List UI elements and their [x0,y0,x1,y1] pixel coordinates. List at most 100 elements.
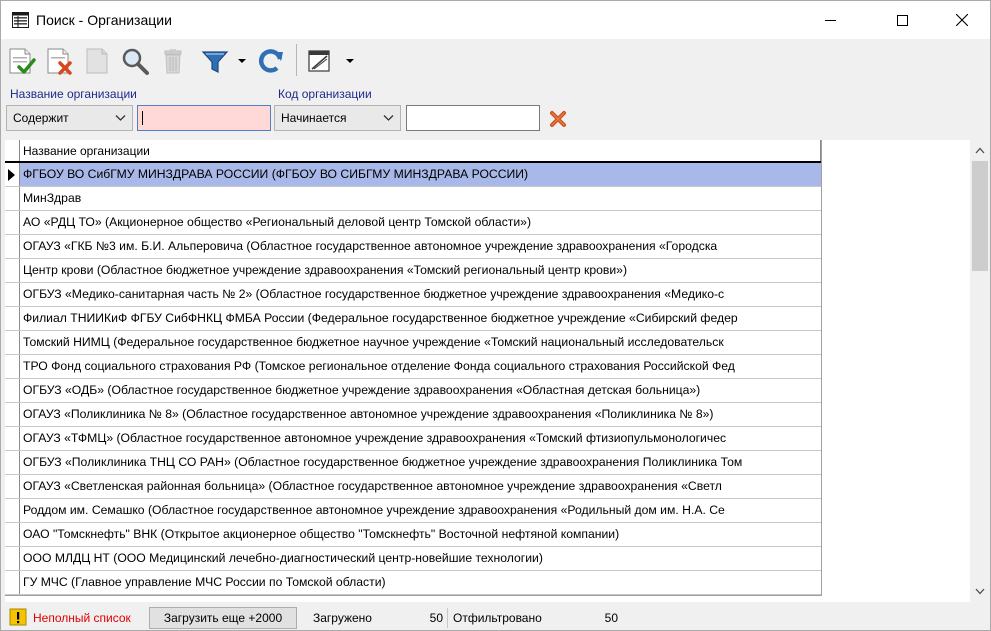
row-indicator-cell[interactable] [5,571,20,594]
org-name-cell[interactable]: ОГАУЗ «Светленская районная больница» (О… [20,475,821,498]
table-row[interactable]: ОГБУЗ «ОДБ» (Областное государственное б… [5,379,821,403]
blank-doc-icon [86,48,108,74]
table-row[interactable]: ООО МЛДЦ НТ (ООО Медицинский лечебно-диа… [5,547,821,571]
app-icon [12,12,29,28]
select-button[interactable] [4,44,38,78]
table-row[interactable]: ОГАУЗ «ТФМЦ» (Областное государственное … [5,427,821,451]
org-name-cell[interactable]: ОГАУЗ «ГКБ №3 им. Б.И. Альперовича (Обла… [20,235,821,258]
vertical-scrollbar[interactable] [970,140,989,602]
org-name-cell[interactable]: ТРО Фонд социального страхования РФ (Том… [20,355,821,378]
org-name-cell[interactable]: ООО МЛДЦ НТ (ООО Медицинский лечебно-диа… [20,547,821,570]
org-name-cell[interactable]: Центр крови (Областное бюджетное учрежде… [20,259,821,282]
org-name-cell[interactable]: АО «РДЦ ТО» (Акционерное общество «Регио… [20,211,821,234]
table-row[interactable]: ОГБУЗ «Поликлиника ТНЦ СО РАН» (Областно… [5,451,821,475]
org-name-cell[interactable]: ФГБОУ ВО СибГМУ МИНЗДРАВА РОССИИ (ФГБОУ … [20,163,821,186]
search-button[interactable] [118,44,152,78]
minimize-button[interactable] [807,1,853,39]
row-indicator-cell[interactable] [5,163,20,186]
maximize-icon [896,14,908,26]
row-indicator-cell[interactable] [5,307,20,330]
delete-button[interactable] [156,44,190,78]
toolbar-separator [296,44,297,76]
toolbar [1,39,990,83]
row-indicator-cell[interactable] [5,331,20,354]
load-more-button[interactable]: Загрузить еще +2000 [149,607,297,629]
cancel-button[interactable] [42,44,76,78]
row-indicator-cell[interactable] [5,475,20,498]
org-name-input[interactable] [137,105,271,131]
grid-header: Название организации [5,140,821,163]
org-name-cell[interactable]: Филиал ТНИИКиФ ФГБУ СибФНКЦ ФМБА России … [20,307,821,330]
select-icon [9,48,36,74]
org-name-mode-select[interactable]: Содержит [6,105,133,131]
scroll-down-icon[interactable] [975,588,985,595]
row-indicator-cell[interactable] [5,403,20,426]
row-indicator-cell[interactable] [5,235,20,258]
column-header-org-name[interactable]: Название организации [20,140,821,161]
org-name-cell[interactable]: ОГАУЗ «Поликлиника № 8» (Областное госуд… [20,403,821,426]
org-name-cell[interactable]: ОГБУЗ «ОДБ» (Областное государственное б… [20,379,821,402]
table-row[interactable]: Центр крови (Областное бюджетное учрежде… [5,259,821,283]
org-code-filter-label: Код организации [278,87,372,101]
table-row[interactable]: ОАО "Томскнефть" ВНК (Открытое акционерн… [5,523,821,547]
table-row[interactable]: ОГАУЗ «Светленская районная больница» (О… [5,475,821,499]
chevron-down-icon [383,115,394,121]
table-row[interactable]: ОГБУЗ «Медико-санитарная часть № 2» (Обл… [5,283,821,307]
scrollbar-thumb[interactable] [972,161,988,271]
blank-doc-button[interactable] [80,44,114,78]
table-row[interactable]: АО «РДЦ ТО» (Акционерное общество «Регио… [5,211,821,235]
refresh-button[interactable] [254,44,288,78]
org-name-cell[interactable]: ГУ МЧС (Главное управление МЧС России по… [20,571,821,594]
org-name-filter-label: Название организации [10,87,137,101]
table-row[interactable]: ФГБОУ ВО СибГМУ МИНЗДРАВА РОССИИ (ФГБОУ … [5,163,821,187]
table-row[interactable]: ГУ МЧС (Главное управление МЧС России по… [5,571,821,595]
row-indicator-cell[interactable] [5,355,20,378]
org-name-cell[interactable]: Томский НИМЦ (Федеральное государственно… [20,331,821,354]
table-row[interactable]: Томский НИМЦ (Федеральное государственно… [5,331,821,355]
row-indicator-cell[interactable] [5,547,20,570]
organizations-grid: Название организации ФГБОУ ВО СибГМУ МИН… [5,140,970,602]
org-name-cell[interactable]: МинЗдрав [20,187,821,210]
org-code-input[interactable] [406,105,540,131]
maximize-button[interactable] [879,1,925,39]
header-indicator-cell [5,140,20,161]
table-row[interactable]: ТРО Фонд социального страхования РФ (Том… [5,355,821,379]
table-row[interactable]: МинЗдрав [5,187,821,211]
scroll-up-icon[interactable] [975,147,985,154]
row-indicator-cell[interactable] [5,211,20,234]
refresh-icon [258,49,283,73]
incomplete-list-warning: Неполный список [33,611,131,625]
org-code-mode-select[interactable]: Начинается [274,105,401,131]
close-button[interactable] [939,1,985,39]
filter-dropdown-icon[interactable] [237,57,247,65]
row-indicator-cell[interactable] [5,283,20,306]
loaded-label: Загружено [313,611,372,625]
row-indicator-cell[interactable] [5,259,20,282]
grid-body: ФГБОУ ВО СибГМУ МИНЗДРАВА РОССИИ (ФГБОУ … [5,163,821,595]
edit-icon [308,50,330,72]
filter-button[interactable] [198,44,232,78]
row-indicator-cell[interactable] [5,427,20,450]
org-name-cell[interactable]: ОГБУЗ «Поликлиника ТНЦ СО РАН» (Областно… [20,451,821,474]
close-icon [956,14,968,26]
edit-dropdown-icon[interactable] [345,57,355,65]
row-indicator-cell[interactable] [5,451,20,474]
row-indicator-cell[interactable] [5,523,20,546]
row-indicator-cell[interactable] [5,187,20,210]
table-row[interactable]: Филиал ТНИИКиФ ФГБУ СибФНКЦ ФМБА России … [5,307,821,331]
filtered-label: Отфильтровано [453,611,542,625]
clear-filter-button[interactable] [546,107,570,131]
org-name-cell[interactable]: Роддом им. Семашко (Областное государств… [20,499,821,522]
row-indicator-cell[interactable] [5,379,20,402]
loaded-count: 50 [429,611,443,625]
edit-button[interactable] [302,44,336,78]
filter-icon [201,51,229,73]
table-row[interactable]: ОГАУЗ «ГКБ №3 им. Б.И. Альперовича (Обла… [5,235,821,259]
org-name-cell[interactable]: ОАО "Томскнефть" ВНК (Открытое акционерн… [20,523,821,546]
org-name-cell[interactable]: ОГБУЗ «Медико-санитарная часть № 2» (Обл… [20,283,821,306]
org-name-cell[interactable]: ОГАУЗ «ТФМЦ» (Областное государственное … [20,427,821,450]
table-row[interactable]: Роддом им. Семашко (Областное государств… [5,499,821,523]
row-indicator-cell[interactable] [5,499,20,522]
table-row[interactable]: ОГАУЗ «Поликлиника № 8» (Областное госуд… [5,403,821,427]
chevron-down-icon [115,115,126,121]
